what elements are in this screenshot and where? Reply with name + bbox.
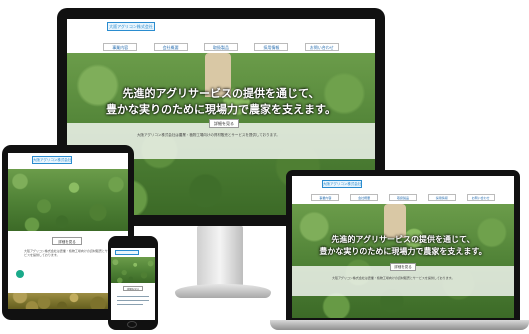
nav-tab-contact[interactable]: お問い合わせ bbox=[304, 43, 339, 51]
nav-tab-services[interactable]: 事業内容 bbox=[103, 43, 138, 51]
laptop-lid: 大阪アグリコン株式会社 事業内容 会社概要 取扱製品 採用情報 お問い合わせ 先… bbox=[286, 170, 520, 320]
phone-text-line-2 bbox=[117, 300, 149, 301]
phone-text-line-1 bbox=[117, 296, 149, 297]
desktop-hero-line1: 先進的アグリサービスの提供を通じて、 bbox=[122, 87, 320, 100]
monitor-stand-neck bbox=[197, 226, 243, 286]
desktop-hero-line2: 豊かな実りのために現場力で農家を支えます。 bbox=[106, 103, 336, 116]
tablet-logo-text: 大阪アグリコン株式会社 bbox=[33, 158, 71, 162]
laptop-nav: 事業内容 会社概要 取扱製品 採用情報 お問い合わせ bbox=[292, 194, 514, 201]
desktop-header: 大阪アグリコン株式会社 bbox=[67, 19, 375, 33]
desktop-intro-text: 大阪アグリコン株式会社は農業・植物工場向けの資材販売とサービスを提供しております… bbox=[137, 133, 280, 137]
laptop-base bbox=[270, 320, 529, 330]
laptop-cta-button[interactable]: 詳細を見る bbox=[390, 263, 416, 271]
laptop-intro-text: 大阪アグリコン株式会社は農業・植物工場向けの資材販売とサービスを提供しております… bbox=[332, 276, 455, 280]
laptop-nav-services[interactable]: 事業内容 bbox=[311, 194, 340, 201]
desktop-cta-button[interactable]: 詳細を見る bbox=[209, 119, 239, 128]
laptop-nav-products[interactable]: 取扱製品 bbox=[388, 194, 417, 201]
tablet-hero bbox=[8, 169, 128, 231]
laptop-hero-line2: 豊かな実りのために現場力で農家を支えます。 bbox=[319, 247, 487, 256]
tablet-logo[interactable]: 大阪アグリコン株式会社 bbox=[32, 156, 72, 164]
laptop-hero: 先進的アグリサービスの提供を通じて、 豊かな実りのために現場力で農家を支えます。… bbox=[292, 204, 514, 318]
phone-screen: 詳細を見る bbox=[111, 248, 155, 320]
nav-tab-company[interactable]: 会社概要 bbox=[153, 43, 188, 51]
nav-tab-recruit[interactable]: 採用情報 bbox=[254, 43, 289, 51]
nav-tab-products[interactable]: 取扱製品 bbox=[203, 43, 238, 51]
laptop-nav-company[interactable]: 会社概要 bbox=[350, 194, 379, 201]
desktop-logo[interactable]: 大阪アグリコン株式会社 bbox=[107, 22, 155, 31]
laptop-logo-text: 大阪アグリコン株式会社 bbox=[323, 182, 361, 186]
tablet-cta-button[interactable]: 詳細を見る bbox=[52, 237, 82, 245]
phone-logo[interactable] bbox=[115, 250, 139, 255]
phone-text-line-3 bbox=[117, 304, 143, 305]
phone-cta-button[interactable]: 詳細を見る bbox=[123, 286, 143, 291]
laptop-screen: 大阪アグリコン株式会社 事業内容 会社概要 取扱製品 採用情報 お問い合わせ 先… bbox=[292, 176, 514, 318]
desktop-nav: 事業内容 会社概要 取扱製品 採用情報 お問い合わせ bbox=[67, 43, 375, 51]
phone-home-button[interactable] bbox=[127, 321, 137, 328]
phone-hero bbox=[111, 257, 155, 283]
laptop-hero-line1: 先進的アグリサービスの提供を通じて、 bbox=[331, 235, 475, 244]
monitor-stand-base bbox=[175, 284, 271, 298]
laptop-nav-contact[interactable]: お問い合わせ bbox=[466, 194, 495, 201]
laptop-logo[interactable]: 大阪アグリコン株式会社 bbox=[322, 180, 362, 188]
laptop-nav-recruit[interactable]: 採用情報 bbox=[427, 194, 456, 201]
tablet-chat-button[interactable] bbox=[16, 270, 24, 278]
desktop-logo-text: 大阪アグリコン株式会社 bbox=[109, 24, 153, 29]
tablet-intro-text: 大阪アグリコン株式会社は農業・植物工場向けの資材販売とサービスを提供しております… bbox=[24, 249, 111, 257]
phone-device: 詳細を見る bbox=[108, 236, 158, 330]
laptop-farmer-figure bbox=[384, 204, 406, 238]
laptop-intro-band: 詳細を見る 大阪アグリコン株式会社は農業・植物工場向けの資材販売とサービスを提供… bbox=[292, 263, 514, 296]
